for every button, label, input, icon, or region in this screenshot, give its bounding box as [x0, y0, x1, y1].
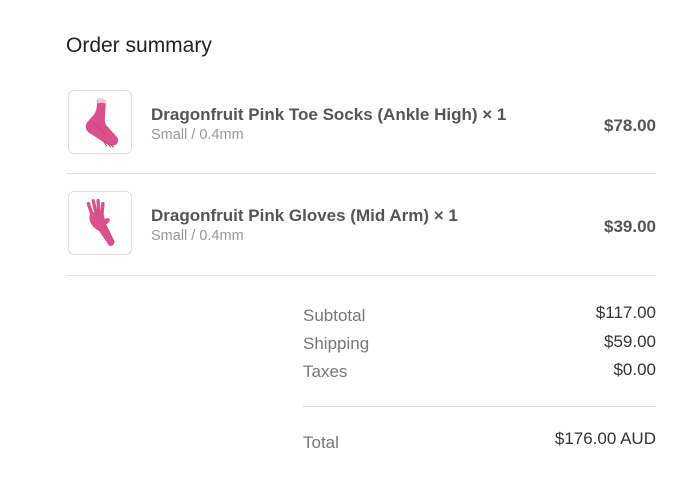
subtotal-label: Subtotal: [303, 306, 366, 325]
line-item: Dragonfruit Pink Toe Socks (Ankle High) …: [66, 90, 656, 156]
product-name: Dragonfruit Pink Toe Socks (Ankle High) …: [151, 105, 507, 124]
order-summary-title: Order summary: [66, 34, 212, 57]
subtotal-row: Subtotal $117.00: [303, 303, 656, 327]
product-price: $39.00: [604, 217, 656, 236]
taxes-label: Taxes: [303, 362, 348, 381]
line-item: Dragonfruit Pink Gloves (Mid Arm) × 1 Sm…: [66, 191, 656, 257]
shipping-row: Shipping $59.00: [303, 332, 656, 356]
divider: [303, 406, 656, 407]
total-label: Total: [303, 433, 339, 452]
product-price: $78.00: [604, 116, 656, 135]
product-variant: Small / 0.4mm: [151, 127, 244, 143]
total-value: $176.00 AUD: [554, 429, 656, 448]
subtotal-value: $117.00: [595, 303, 656, 322]
shipping-value: $59.00: [604, 332, 656, 351]
product-name: Dragonfruit Pink Gloves (Mid Arm) × 1: [151, 206, 458, 225]
product-thumbnail: [68, 90, 132, 154]
pink-glove-icon: [86, 199, 115, 246]
taxes-value: $0.00: [613, 360, 656, 379]
total-row: Total $176.00 AUD: [303, 429, 656, 453]
product-thumbnail: [68, 191, 132, 255]
pink-toe-sock-icon: [85, 98, 119, 148]
shipping-label: Shipping: [303, 334, 370, 353]
divider: [66, 275, 656, 276]
taxes-row: Taxes $0.00: [303, 360, 656, 384]
divider: [66, 173, 656, 174]
product-variant: Small / 0.4mm: [151, 228, 244, 244]
